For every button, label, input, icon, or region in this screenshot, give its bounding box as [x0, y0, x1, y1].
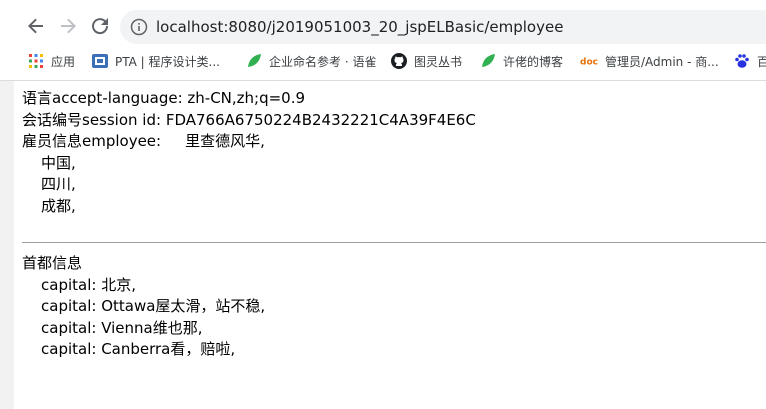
- forward-button[interactable]: [56, 14, 80, 38]
- bookmark-xu-blog[interactable]: 许佬的博客: [480, 49, 563, 73]
- bookmarks-bar: 应用 PTA | 程序设计类... 企业命名参考 · 语雀 图灵丛书 许佬的博客: [0, 49, 766, 73]
- bookmark-turing[interactable]: 图灵丛书: [391, 49, 462, 73]
- capital-info: 首都信息 capital: 北京, capital: Ottawa屋太滑，站不稳…: [22, 253, 265, 361]
- svg-text:doc: doc: [580, 58, 598, 67]
- apps-grid-icon: [28, 53, 44, 69]
- bookmark-label: 企业命名参考 · 语雀: [269, 54, 377, 69]
- bookmark-pta[interactable]: PTA | 程序设计类...: [92, 49, 220, 73]
- language-line: 语言accept-language: zh-CN,zh;q=0.9: [22, 89, 306, 107]
- horizontal-rule: [22, 242, 766, 243]
- bookmark-label: 应用: [51, 54, 76, 69]
- info-icon[interactable]: [130, 18, 148, 36]
- employee-line: 雇员信息employee: 里查德风华,: [22, 132, 265, 150]
- back-arrow-icon: [28, 18, 43, 34]
- chrome-divider: [0, 80, 766, 81]
- forward-arrow-icon: [61, 18, 76, 34]
- reload-icon: [92, 18, 109, 35]
- capital-item: capital: Vienna维也那,: [41, 318, 203, 337]
- back-button[interactable]: [24, 14, 48, 38]
- address-bar[interactable]: localhost:8080/j2019051003_20_jspELBasic…: [120, 10, 766, 44]
- bookmark-yuque[interactable]: 企业命名参考 · 语雀: [246, 49, 376, 73]
- bookmark-baidu[interactable]: 百: [734, 49, 766, 73]
- github-icon: [391, 53, 407, 69]
- bookmark-label: PTA | 程序设计类...: [115, 54, 220, 69]
- capital-heading: 首都信息: [22, 254, 83, 272]
- bookmark-label: 百: [757, 54, 766, 69]
- capital-item: capital: Canberra看，赔啦,: [41, 340, 236, 358]
- address-item: 中国,: [41, 153, 76, 172]
- address-item: 四川,: [41, 175, 76, 193]
- baidu-paw-icon: [734, 53, 750, 69]
- bookmark-label: 图灵丛书: [414, 54, 463, 69]
- yuque-leaf-icon: [246, 53, 262, 69]
- address-item: 成都,: [41, 196, 76, 215]
- employee-info: 语言accept-language: zh-CN,zh;q=0.9 会话编号se…: [22, 88, 476, 217]
- doc-icon: doc: [580, 53, 598, 69]
- capital-item: capital: Ottawa屋太滑，站不稳,: [41, 297, 266, 315]
- reload-button[interactable]: [88, 14, 112, 38]
- left-edge: [0, 81, 14, 409]
- bookmark-apps[interactable]: 应用: [28, 49, 75, 73]
- bookmark-label: 许佬的博客: [503, 54, 564, 69]
- bookmark-admin[interactable]: doc 管理员/Admin - 商...: [580, 49, 719, 73]
- session-line: 会话编号session id: FDA766A6750224B2432221C4…: [22, 110, 476, 129]
- bookmark-label: 管理员/Admin - 商...: [605, 54, 719, 69]
- capital-item: capital: 北京,: [41, 275, 136, 294]
- browser-chrome: localhost:8080/j2019051003_20_jspELBasic…: [0, 0, 766, 80]
- leaf-icon: [480, 53, 496, 69]
- pta-icon: [92, 53, 108, 69]
- url-text[interactable]: localhost:8080/j2019051003_20_jspELBasic…: [156, 18, 563, 36]
